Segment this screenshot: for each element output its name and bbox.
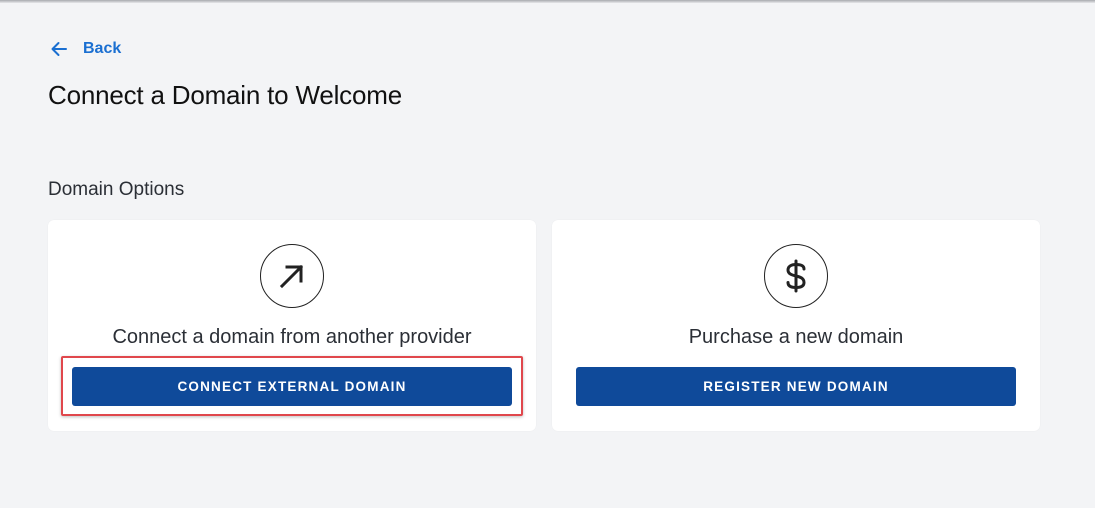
- purchase-domain-label: Purchase a new domain: [688, 326, 904, 348]
- connect-domain-card: Connect a domain from another provider C…: [48, 220, 536, 431]
- back-link[interactable]: Back: [49, 38, 121, 60]
- dollar-sign-icon: [764, 244, 828, 308]
- register-new-domain-button[interactable]: REGISTER NEW DOMAIN: [576, 367, 1016, 406]
- purchase-domain-card: Purchase a new domain REGISTER NEW DOMAI…: [552, 220, 1040, 431]
- connect-external-domain-button[interactable]: CONNECT EXTERNAL DOMAIN: [72, 367, 512, 406]
- page-title: Connect a Domain to Welcome: [48, 80, 402, 110]
- arrow-left-icon: [49, 39, 69, 59]
- back-label: Back: [83, 40, 122, 57]
- top-shadow-divider: [0, 0, 1095, 3]
- arrow-up-right-icon: [260, 244, 324, 308]
- connect-domain-label: Connect a domain from another provider: [112, 326, 472, 348]
- section-title: Domain Options: [48, 179, 185, 200]
